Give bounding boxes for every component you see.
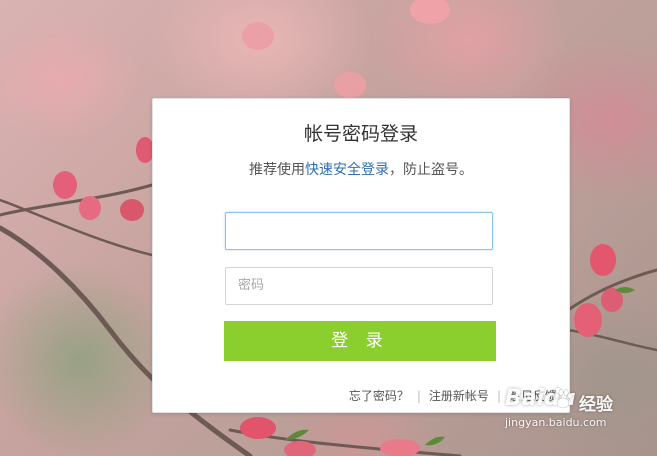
link-separator: |: [416, 389, 421, 403]
account-input[interactable]: [225, 212, 493, 250]
register-link[interactable]: 注册新帐号: [429, 389, 489, 403]
password-placeholder: 密码: [238, 278, 265, 293]
watermark-jingyan: 经验: [579, 395, 613, 415]
login-button[interactable]: 登 录: [224, 321, 496, 361]
subtitle-prefix: 推荐使用: [249, 162, 305, 178]
forgot-password-link[interactable]: 忘了密码？: [349, 389, 409, 403]
password-input[interactable]: 密码: [225, 267, 493, 305]
watermark-url: jingyan.baidu.com: [505, 416, 607, 429]
subtitle-suffix: ，防止盗号。: [389, 162, 473, 178]
baidu-jingyan-watermark: Baidu 经验 jingyan.baidu.com: [505, 384, 655, 444]
link-separator: |: [496, 389, 501, 403]
login-title: 帐号密码登录: [303, 123, 418, 145]
login-card: 帐号密码登录 推荐使用快速安全登录，防止盗号。 密码 登 录 忘了密码？ | 注册新…: [152, 98, 570, 413]
login-subtitle: 推荐使用快速安全登录，防止盗号。: [153, 159, 569, 179]
quick-secure-login-link[interactable]: 快速安全登录: [305, 162, 389, 178]
paw-icon: [554, 389, 573, 409]
